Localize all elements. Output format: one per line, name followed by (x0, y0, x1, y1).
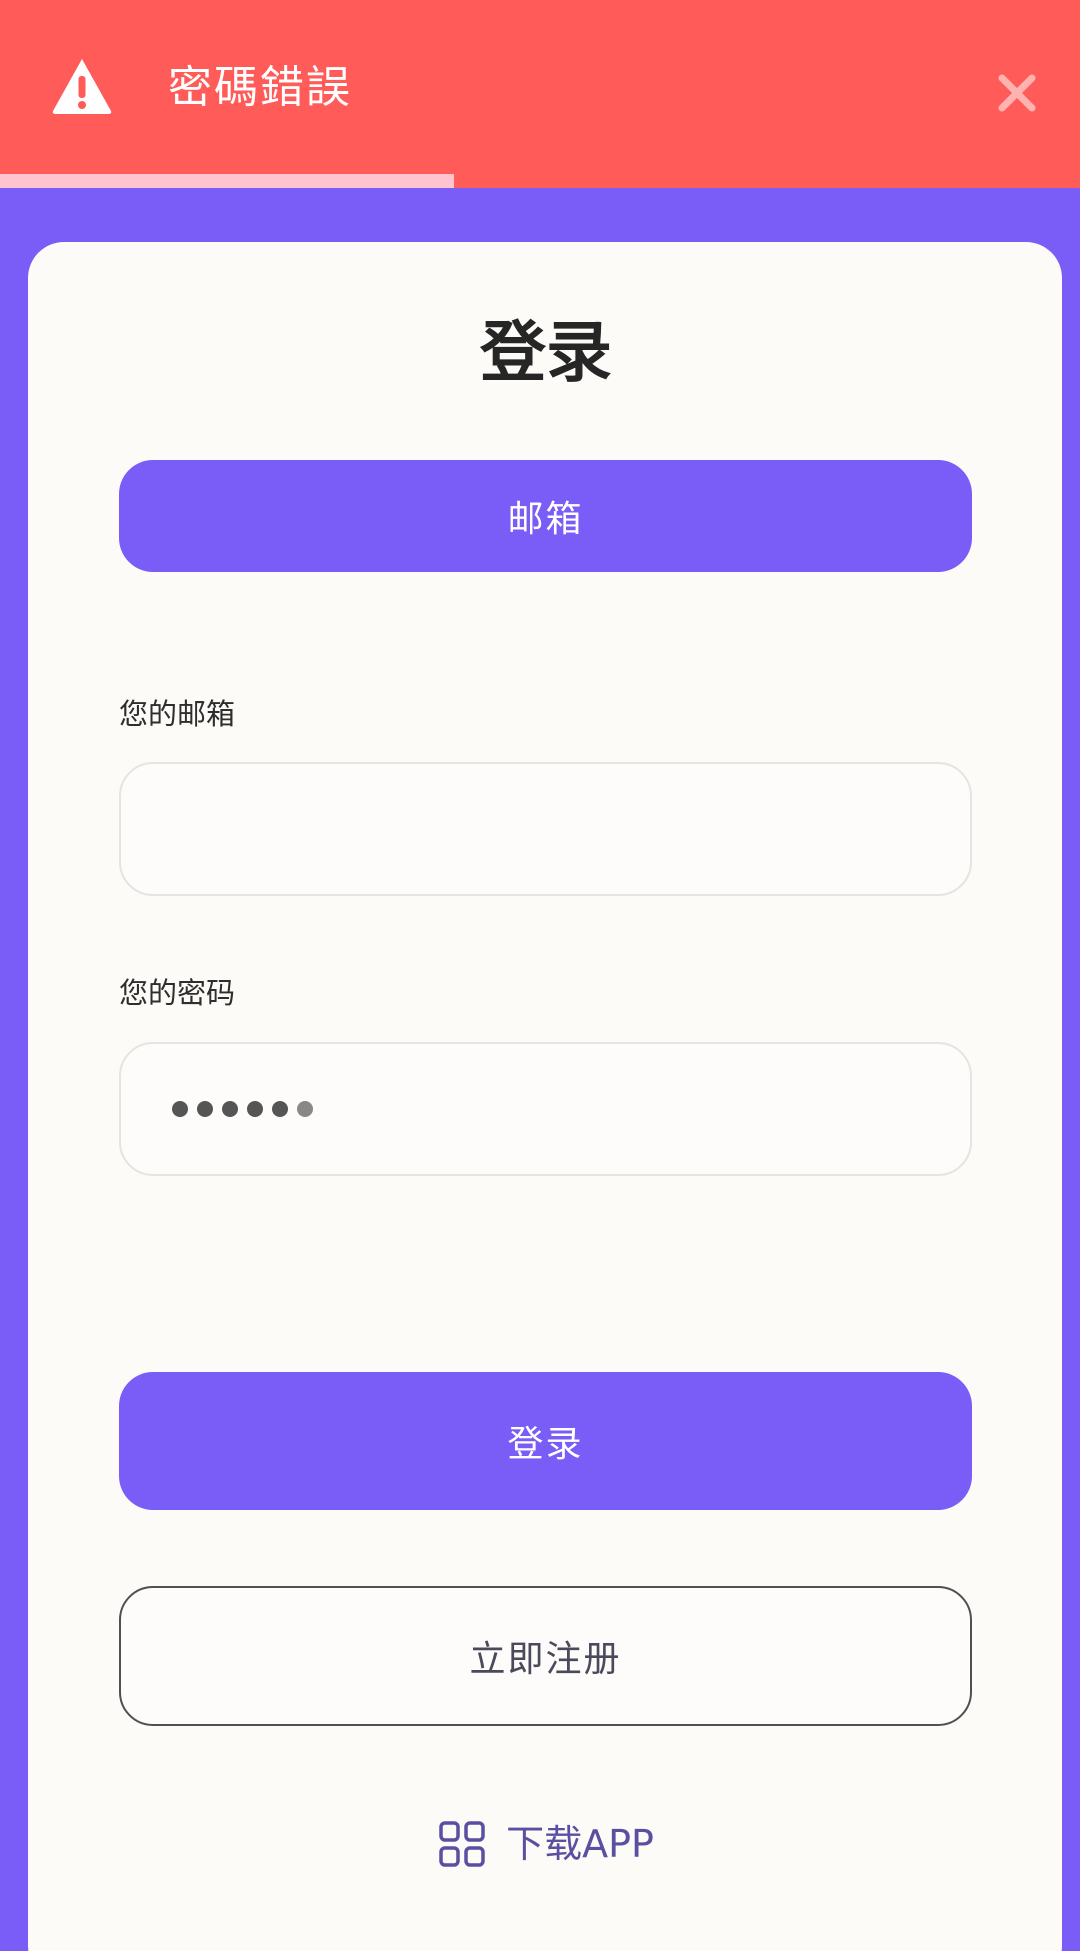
app-grid-icon (439, 1821, 485, 1867)
login-button[interactable]: 登录 (119, 1372, 972, 1510)
warning-triangle-icon (52, 59, 112, 114)
password-dot (247, 1101, 263, 1117)
password-dot (272, 1101, 288, 1117)
download-app-link[interactable]: 下载APP (0, 1818, 1080, 1870)
password-dot (222, 1101, 238, 1117)
page-title: 登录 (480, 314, 612, 391)
password-label: 您的密码 (119, 976, 236, 1010)
email-method-tab[interactable]: 邮箱 (119, 460, 972, 572)
register-button[interactable]: 立即注册 (119, 1586, 972, 1726)
error-toast: 密碼錯誤 (0, 0, 1080, 188)
password-dot (197, 1101, 213, 1117)
download-app-label: 下载APP (506, 1822, 654, 1866)
password-dot (297, 1101, 313, 1117)
toast-title: 密碼錯誤 (168, 62, 352, 113)
toast-progress-bar (0, 174, 454, 188)
password-dot (172, 1101, 188, 1117)
close-icon[interactable] (990, 66, 1044, 120)
email-input[interactable] (119, 762, 972, 896)
password-mask (172, 1101, 313, 1117)
email-label: 您的邮箱 (119, 697, 236, 731)
